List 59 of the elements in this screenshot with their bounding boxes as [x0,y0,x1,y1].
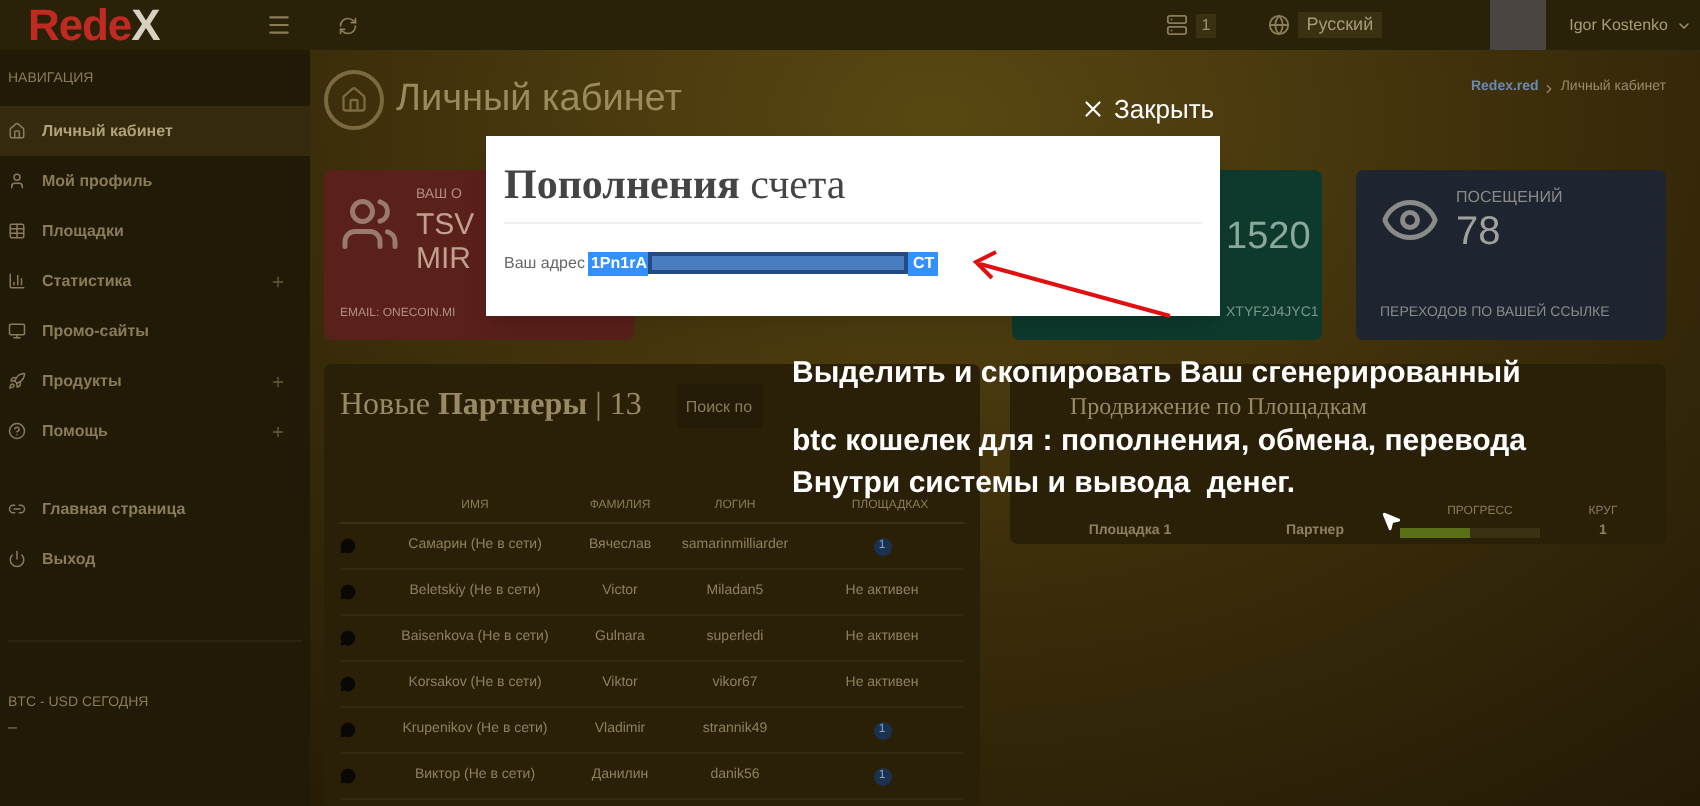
search-field[interactable]: Поиск по [677,384,762,428]
sponsor-name: TSV [416,207,475,241]
language-selector[interactable]: Русский [1298,11,1382,39]
annotation-text: Внутри системы и вывода денег. [792,466,1296,500]
plus-icon [270,373,286,389]
sidebar-link[interactable]: Главная страница [0,484,310,534]
chat-icon[interactable] [340,676,356,692]
card-value: 1520 [1226,214,1313,262]
refresh-icon[interactable] [338,15,358,35]
address-text[interactable]: 1Pn1rA [588,251,649,275]
panel-title: Продвижение по Площадкам [1070,394,1369,420]
logo[interactable]: RedeX [28,3,160,47]
avatar-placeholder [1489,0,1546,50]
menu-icon[interactable] [266,12,292,38]
home-icon [8,122,26,140]
panel-title: Новые Партнеры | 13 [340,386,642,426]
chart-icon [8,272,26,290]
modal-title: Пополнения счета [504,154,1202,223]
globe-icon[interactable] [1268,14,1291,36]
sidebar-item[interactable]: Площадки [0,206,310,256]
sidebar-item[interactable]: Статистика [0,256,310,306]
power-icon [8,550,26,568]
chevron-icon [1542,81,1557,96]
users-icon [340,194,400,254]
sidebar-item[interactable]: Помощь [0,406,310,456]
chat-icon[interactable] [340,630,356,646]
rate-value: – [6,715,19,739]
annotation-text: Выделить и скопировать Ваш сгенерированный [792,356,1521,392]
address-text[interactable]: CT [908,251,939,275]
card-caption: ПОСЕЩЕНИЙ [1456,186,1563,210]
sidebar-item[interactable]: Мой профиль [0,156,310,206]
cursor-icon [1380,510,1402,532]
rocket-icon [8,372,26,390]
close-icon [1080,96,1106,123]
link-icon [8,500,26,518]
sponsor-name: MIR [416,241,473,275]
chat-icon[interactable] [340,538,356,554]
table-icon [8,222,26,240]
help-icon [8,422,26,440]
user-name[interactable]: Igor Kostenko [1569,13,1668,37]
chat-icon[interactable] [340,768,356,784]
home-icon [340,86,368,114]
monitor-icon [8,322,26,340]
plus-icon [270,273,286,289]
user-icon [8,172,26,190]
messages-badge: 1 [1195,13,1217,37]
sidebar-item[interactable]: Продукты [0,356,310,406]
messages-icon[interactable] [1165,14,1188,36]
address-label: Ваш адрес [504,251,585,275]
annotation-text: btc кошелек для : пополнения, обмена, перевода [792,424,1527,460]
sidebar-item[interactable]: Промо-сайты [0,306,310,356]
close-button[interactable]: Закрыть [1080,90,1215,129]
plus-icon [270,423,286,439]
page-title: Личный кабинет [396,75,682,124]
sidebar-item[interactable]: Личный кабинет [0,106,310,156]
chat-icon[interactable] [340,722,356,738]
sidebar-link[interactable]: Выход [0,534,310,584]
card-value: 78 [1456,210,1503,254]
chat-icon[interactable] [340,584,356,600]
